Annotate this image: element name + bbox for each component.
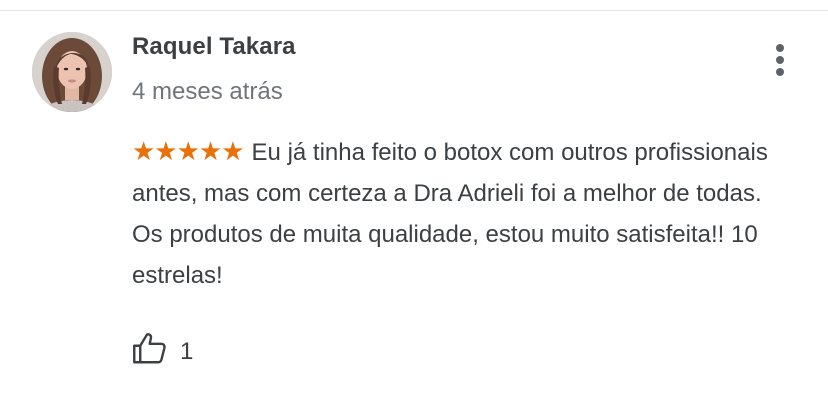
like-count: 1 <box>180 338 194 365</box>
author-name[interactable]: Raquel Takara <box>132 33 296 61</box>
thumb-up-icon <box>133 333 166 364</box>
review-card: Raquel Takara 4 meses atrás ★★★★★ Eu já t… <box>0 0 828 412</box>
avatar[interactable] <box>32 32 112 112</box>
like-button[interactable] <box>132 330 172 370</box>
avatar-photo <box>32 32 112 112</box>
rating-stars: ★★★★★ <box>132 137 245 167</box>
review-time: 4 meses atrás <box>132 78 283 105</box>
more-options-button[interactable] <box>760 36 800 84</box>
review-body: ★★★★★ Eu já tinha feito o botox com outro… <box>132 132 772 296</box>
